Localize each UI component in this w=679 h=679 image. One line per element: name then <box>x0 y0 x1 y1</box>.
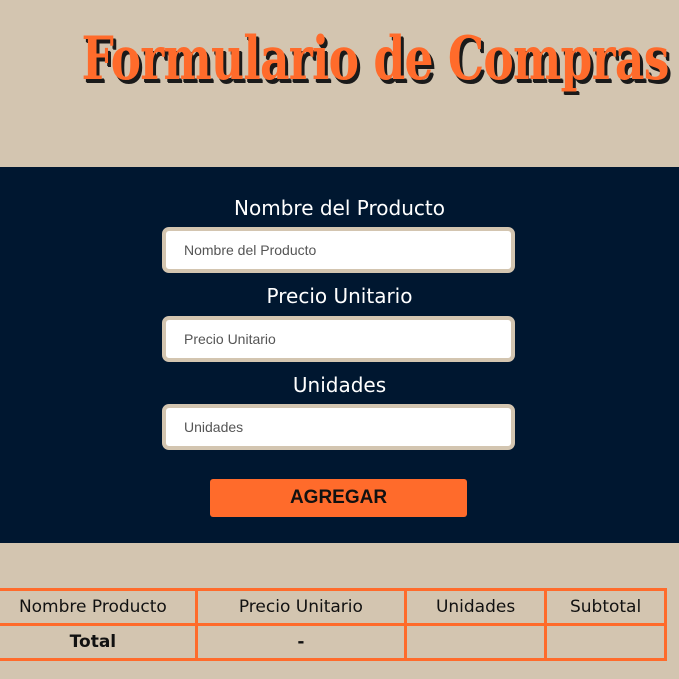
page-title: Formulario de Compras <box>81 24 669 94</box>
column-header-subtotal: Subtotal <box>544 588 667 626</box>
purchases-table: Nombre Producto Precio Unitario Unidades… <box>0 588 667 661</box>
table-header-row: Nombre Producto Precio Unitario Unidades… <box>0 588 667 626</box>
product-name-label: Nombre del Producto <box>234 196 445 220</box>
unit-price-label: Precio Unitario <box>266 284 413 308</box>
total-label: Total <box>0 623 198 661</box>
page-header: Formulario de Compras <box>0 0 679 167</box>
product-name-input[interactable] <box>162 227 515 273</box>
total-units <box>403 623 548 661</box>
column-header-units: Unidades <box>403 588 548 626</box>
column-header-product: Nombre Producto <box>0 588 198 626</box>
add-button[interactable]: AGREGAR <box>210 479 467 517</box>
total-subtotal <box>544 623 667 661</box>
units-label: Unidades <box>292 373 387 397</box>
column-header-unit-price: Precio Unitario <box>194 588 407 626</box>
units-input[interactable] <box>162 404 515 450</box>
table-total-row: Total - <box>0 623 667 661</box>
total-unit-price: - <box>194 623 407 661</box>
purchase-form: Nombre del Producto Precio Unitario Unid… <box>0 167 679 543</box>
unit-price-input[interactable] <box>162 316 515 362</box>
